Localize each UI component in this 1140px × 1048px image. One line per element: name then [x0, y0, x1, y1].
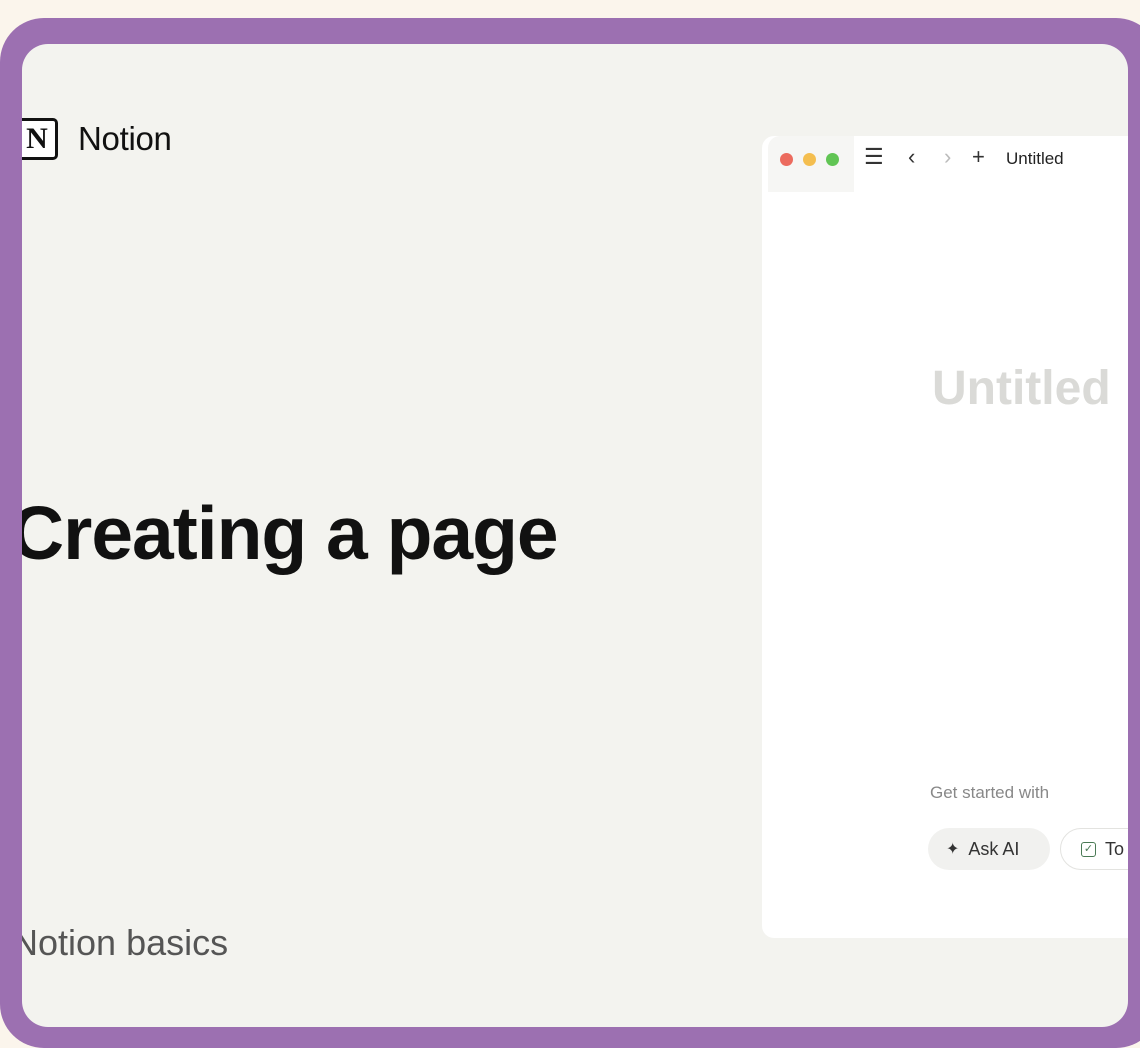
page-title: Creating a page	[22, 491, 559, 575]
menu-icon[interactable]: ☰	[864, 144, 884, 170]
close-window-button[interactable]	[780, 153, 793, 166]
ask-ai-label: Ask AI	[968, 838, 1020, 859]
brand-name: Notion	[78, 120, 172, 157]
app-window: ☰ ‹ › + Untitled Untitled Get started wi…	[762, 136, 1128, 938]
get-started-label: Get started with	[930, 783, 1050, 802]
maximize-window-button[interactable]	[826, 153, 839, 166]
page-subtitle: Notion basics	[22, 922, 229, 963]
ask-ai-button[interactable]: ✦ Ask AI	[928, 828, 1050, 870]
window-controls	[768, 136, 854, 192]
back-icon[interactable]: ‹	[908, 144, 915, 170]
forward-icon[interactable]: ›	[944, 144, 951, 170]
tab-title[interactable]: Untitled	[1006, 149, 1064, 169]
sparkle-icon: ✦	[946, 841, 960, 858]
page-heading-placeholder[interactable]: Untitled	[932, 361, 1111, 416]
todo-label: To	[1105, 838, 1125, 859]
slide-panel: N Notion Creating a page Notion basics ☰…	[22, 44, 1128, 1027]
notion-logo-icon: N	[22, 118, 58, 160]
notion-logo: N Notion	[22, 116, 172, 162]
new-page-icon[interactable]: +	[972, 144, 985, 170]
minimize-window-button[interactable]	[803, 153, 816, 166]
todo-button[interactable]: ✓ To	[1060, 828, 1128, 870]
checkbox-icon: ✓	[1081, 841, 1096, 857]
